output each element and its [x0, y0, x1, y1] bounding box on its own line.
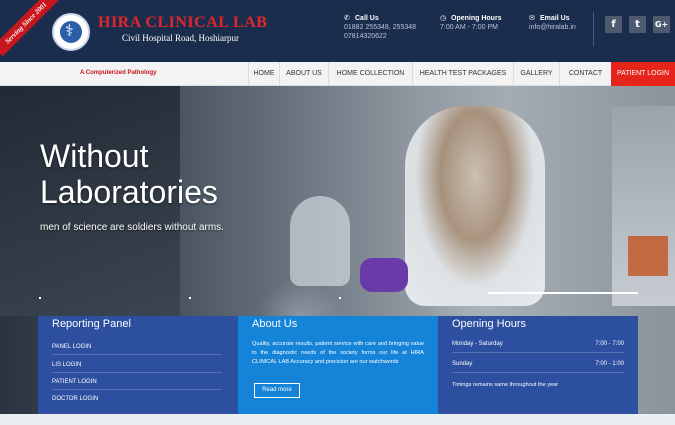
mail-icon: ✉ [529, 14, 535, 22]
opening-hours-block: ◷ Opening Hours 7:00 AM - 7:00 PM [440, 14, 502, 32]
orange-box-shape [628, 236, 668, 276]
patient-login-link[interactable]: PATIENT LOGIN [52, 379, 222, 390]
hours-time: 7:00 - 1:00 [595, 361, 624, 367]
scientist-figure [405, 106, 545, 306]
hero-title: Without Laboratories [40, 138, 218, 210]
nav-home-collection[interactable]: HOME COLLECTION [328, 62, 412, 86]
email-value[interactable]: info@hiralab.in [529, 23, 576, 32]
hero-title-line-1: Without [40, 138, 149, 174]
call-us-number-1[interactable]: 01882 255348, 255348 [344, 23, 416, 32]
slider-progress-bar [488, 292, 638, 294]
brand-address: Civil Hospital Road, Hoshiarpur [122, 33, 239, 43]
nav-tagline: A Computerized Pathology [80, 70, 157, 76]
nav-health-test-packages[interactable]: HEALTH TEST PACKAGES [412, 62, 513, 86]
top-header: HIRA CLINICAL LAB Civil Hospital Road, H… [0, 0, 675, 62]
opening-hours-panel-title: Opening Hours [452, 318, 526, 330]
call-us-number-2[interactable]: 07814320622 [344, 32, 416, 41]
clock-icon: ◷ [440, 14, 447, 22]
main-nav: A Computerized Pathology HOME ABOUT US H… [0, 62, 675, 86]
hero-subtitle: men of science are soldiers without arms… [40, 222, 224, 233]
opening-hours-value: 7:00 AM - 7:00 PM [440, 24, 498, 31]
about-us-text: Quality, accurate results, patient servi… [252, 341, 424, 365]
nav-about-us[interactable]: ABOUT US [279, 62, 328, 86]
nav-home[interactable]: HOME [248, 62, 279, 86]
email-title: Email Us [540, 15, 570, 22]
opening-hours-title: Opening Hours [451, 15, 502, 22]
call-us-title: Call Us [355, 15, 379, 22]
nav-gallery[interactable]: GALLERY [513, 62, 559, 86]
hours-note: Timings remains same throughout the year [452, 382, 559, 388]
hours-row: Monday - Saturday 7:00 - 7:00 [452, 341, 624, 353]
facebook-icon[interactable]: f [605, 16, 622, 33]
hours-time: 7:00 - 7:00 [595, 341, 624, 347]
slider-dot-2[interactable] [189, 297, 191, 299]
lab-cabinet-shape [612, 106, 675, 306]
nav-contact[interactable]: CONTACT [559, 62, 611, 86]
header-divider [593, 12, 594, 46]
brand-name[interactable]: HIRA CLINICAL LAB [98, 14, 267, 32]
hours-day: Monday - Saturday [452, 341, 503, 347]
panel-login-link[interactable]: PANEL LOGIN [52, 344, 222, 355]
phone-icon: ✆ [344, 14, 350, 22]
opening-hours-panel: Opening Hours Monday - Saturday 7:00 - 7… [438, 316, 638, 414]
background-scientist-figure [290, 196, 350, 286]
hours-day: Sunday [452, 361, 473, 367]
call-us-block: ✆ Call Us 01882 255348, 255348 0781432062… [344, 14, 416, 41]
email-block: ✉ Email Us info@hiralab.in [529, 14, 576, 32]
about-us-panel: About Us Quality, accurate results, pati… [238, 316, 438, 414]
hero-title-line-2: Laboratories [40, 174, 218, 210]
purple-glove-shape [360, 258, 408, 292]
nav-patient-login[interactable]: PATIENT LOGIN [611, 62, 675, 86]
page-bottom-strip [0, 414, 675, 425]
lab-logo-icon[interactable] [52, 13, 90, 51]
about-us-title: About Us [252, 318, 298, 330]
google-plus-icon[interactable]: G+ [653, 16, 670, 33]
reporting-panel-title: Reporting Panel [52, 318, 131, 330]
doctor-login-link[interactable]: DOCTOR LOGIN [52, 396, 222, 406]
slider-dot-3[interactable] [339, 297, 341, 299]
reporting-panel: Reporting Panel PANEL LOGIN LIS LOGIN PA… [38, 316, 238, 414]
lis-login-link[interactable]: LIS LOGIN [52, 362, 222, 373]
read-more-button[interactable]: Read more [254, 383, 300, 398]
hours-row: Sunday 7:00 - 1:00 [452, 361, 624, 373]
slider-dot-1[interactable] [39, 297, 41, 299]
twitter-icon[interactable]: t [629, 16, 646, 33]
